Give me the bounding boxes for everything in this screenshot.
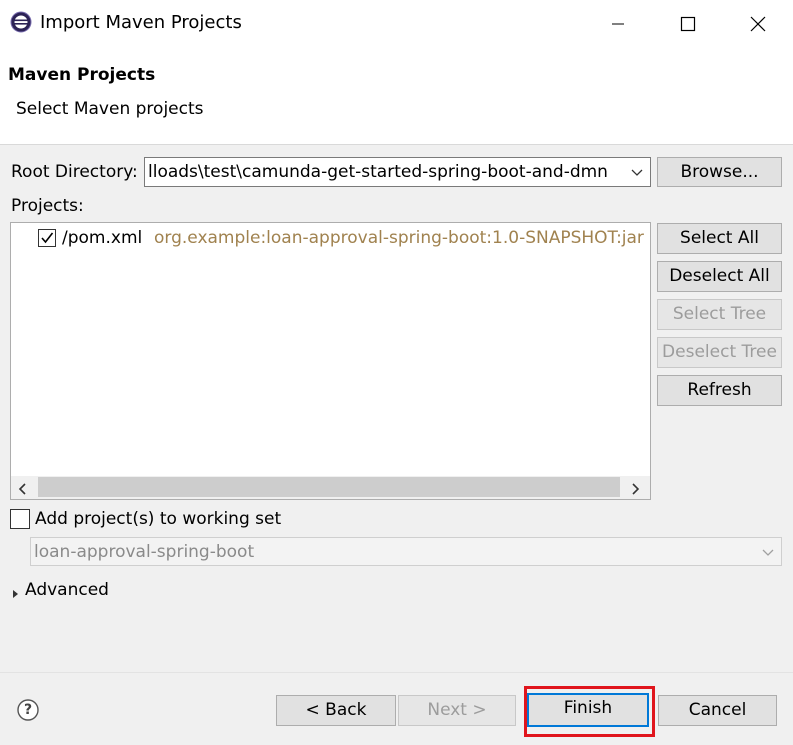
project-checkbox[interactable]: [38, 229, 56, 247]
back-button[interactable]: < Back: [276, 695, 396, 726]
next-button[interactable]: Next >: [398, 695, 516, 726]
eclipse-app-icon: [10, 11, 32, 33]
working-set-combo[interactable]: loan-approval-spring-boot: [30, 537, 782, 566]
footer-divider: [0, 672, 793, 673]
maximize-icon: [680, 16, 696, 32]
select-all-button[interactable]: Select All: [657, 223, 782, 254]
browse-button[interactable]: Browse...: [657, 157, 782, 187]
deselect-all-button[interactable]: Deselect All: [657, 261, 782, 292]
chevron-down-icon[interactable]: [761, 545, 775, 559]
chevron-down-icon[interactable]: [630, 165, 644, 179]
page-subtitle: Select Maven projects: [16, 99, 204, 119]
help-glyph: ?: [23, 702, 33, 718]
window-title: Import Maven Projects: [40, 12, 242, 33]
help-button[interactable]: ?: [16, 698, 40, 722]
close-icon: [750, 16, 766, 32]
minimize-icon: [612, 23, 624, 25]
root-directory-combo[interactable]: lloads\test\camunda-get-started-spring-b…: [144, 157, 651, 187]
project-artifact: org.example:loan-approval-spring-boot:1.…: [154, 228, 644, 248]
select-tree-button[interactable]: Select Tree: [657, 299, 782, 330]
deselect-tree-button[interactable]: Deselect Tree: [657, 337, 782, 368]
advanced-section-toggle[interactable]: Advanced: [25, 579, 109, 601]
projects-label: Projects:: [11, 196, 84, 216]
finish-highlight-annotation: [524, 686, 655, 737]
root-directory-label: Root Directory:: [11, 162, 138, 182]
cancel-button[interactable]: Cancel: [658, 695, 777, 726]
minimize-button[interactable]: [583, 0, 653, 48]
project-path[interactable]: /pom.xml: [62, 227, 142, 249]
maximize-button[interactable]: [653, 0, 723, 48]
refresh-button[interactable]: Refresh: [657, 375, 782, 406]
scroll-left-icon[interactable]: [16, 481, 30, 495]
scroll-right-icon[interactable]: [628, 481, 642, 495]
working-set-label[interactable]: Add project(s) to working set: [35, 508, 281, 530]
working-set-checkbox[interactable]: [10, 509, 30, 529]
working-set-value: loan-approval-spring-boot: [34, 542, 255, 562]
close-window-button[interactable]: [723, 0, 793, 48]
scrollbar-thumb[interactable]: [38, 477, 620, 497]
page-title: Maven Projects: [8, 65, 156, 85]
checkmark-icon: [41, 232, 54, 244]
projects-tree[interactable]: [10, 222, 651, 500]
expand-arrow-icon[interactable]: [11, 585, 21, 598]
root-directory-value: lloads\test\camunda-get-started-spring-b…: [148, 162, 608, 182]
